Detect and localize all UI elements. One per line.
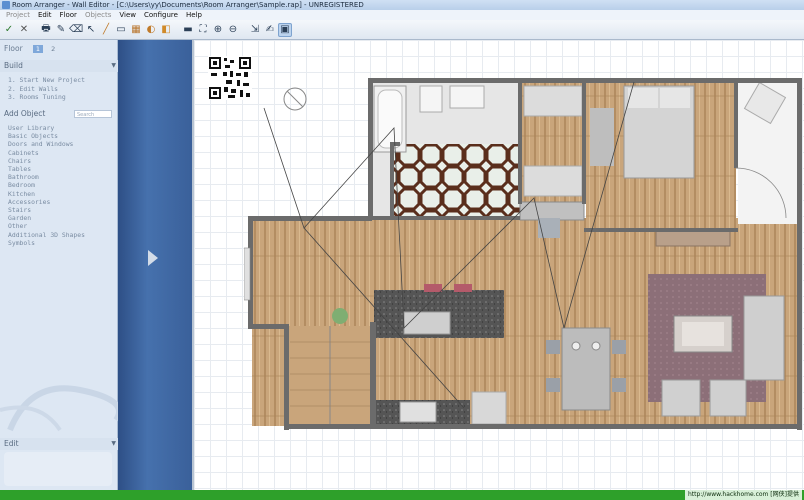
- category-doors-windows[interactable]: Doors and Windows: [0, 140, 118, 148]
- edit-title: Edit: [4, 439, 19, 448]
- build-title: Build: [4, 61, 23, 70]
- floor-selector: Floor 1 2: [0, 44, 122, 54]
- menu-floor[interactable]: Floor: [56, 10, 81, 20]
- category-basic-objects[interactable]: Basic Objects: [0, 132, 118, 140]
- side-gradient-panel: [118, 40, 192, 490]
- category-bedroom[interactable]: Bedroom: [0, 181, 118, 189]
- category-other[interactable]: Other: [0, 222, 118, 230]
- floor-color-icon[interactable]: ◧: [159, 23, 173, 37]
- category-accessories[interactable]: Accessories: [0, 198, 118, 206]
- build-list: 1. Start New Project 2. Edit Walls 3. Ro…: [0, 76, 118, 102]
- snap-icon[interactable]: ⇲: [248, 23, 262, 37]
- eraser-icon[interactable]: ⌫: [69, 23, 83, 37]
- menu-configure[interactable]: Configure: [140, 10, 182, 20]
- edit-icon[interactable]: ✍: [263, 23, 277, 37]
- menu-edit[interactable]: Edit: [34, 10, 56, 20]
- menu-bar: Project Edit Floor Objects View Configur…: [0, 10, 804, 20]
- menu-view[interactable]: View: [115, 10, 140, 20]
- check-icon[interactable]: ✓: [2, 23, 16, 37]
- category-kitchen[interactable]: Kitchen: [0, 190, 118, 198]
- menu-project[interactable]: Project: [2, 10, 34, 20]
- pencil-icon[interactable]: ✎: [54, 23, 68, 37]
- title-bar: Room Arranger - Wall Editor - [C:\Users\…: [0, 0, 804, 10]
- rotate-3d-icon[interactable]: ◐: [144, 23, 158, 37]
- object-category-list: User Library Basic Objects Doors and Win…: [0, 124, 118, 247]
- category-symbols[interactable]: Symbols: [0, 239, 118, 247]
- decorative-swirl: [0, 385, 118, 432]
- category-bathroom[interactable]: Bathroom: [0, 173, 118, 181]
- search-input[interactable]: Search: [74, 110, 112, 118]
- build-item-edit-walls[interactable]: 2. Edit Walls: [0, 85, 118, 94]
- sofa-icon[interactable]: ▬: [181, 23, 195, 37]
- app-icon: [2, 1, 10, 9]
- build-item-start[interactable]: 1. Start New Project: [0, 76, 118, 85]
- floor-tab-1[interactable]: 1: [32, 45, 43, 53]
- category-tables[interactable]: Tables: [0, 165, 118, 173]
- build-item-rooms-tuning[interactable]: 3. Rooms Tuning: [0, 93, 118, 102]
- category-cabinets[interactable]: Cabinets: [0, 149, 118, 157]
- select-area-icon[interactable]: ▭: [114, 23, 128, 37]
- floor-plan[interactable]: [244, 78, 804, 434]
- menu-objects[interactable]: Objects: [81, 10, 115, 20]
- chevron-down-icon: ▼: [111, 440, 116, 447]
- category-user-library[interactable]: User Library: [0, 124, 118, 132]
- zoom-fit-icon[interactable]: ⛶: [196, 23, 210, 37]
- floor-tab-2[interactable]: 2: [48, 45, 58, 53]
- wall-texture-icon[interactable]: ▦: [129, 23, 143, 37]
- chevron-down-icon: ▼: [111, 62, 116, 69]
- print-icon[interactable]: 🖶: [39, 23, 53, 37]
- floor-label: Floor: [4, 44, 23, 53]
- add-object-header: Add Object Search: [0, 108, 122, 120]
- draw-wall-icon[interactable]: ╱: [99, 23, 113, 37]
- menu-help[interactable]: Help: [182, 10, 206, 20]
- category-chairs[interactable]: Chairs: [0, 157, 118, 165]
- watermark-text: http://www.hackhome.com [网侠]提供: [684, 490, 802, 500]
- status-bar: http://www.hackhome.com [网侠]提供: [0, 490, 804, 500]
- category-stairs[interactable]: Stairs: [0, 206, 118, 214]
- expand-arrow-icon[interactable]: [146, 248, 160, 268]
- pointer-icon[interactable]: ↖: [84, 23, 98, 37]
- category-garden[interactable]: Garden: [0, 214, 118, 222]
- sidebar: Floor 1 2 Build ▼ 1. Start New Project 2…: [0, 40, 122, 490]
- edit-panel: [4, 452, 112, 486]
- toolbar: ✓ ✕ 🖶 ✎ ⌫ ↖ ╱ ▭ ▦ ◐ ◧ ▬ ⛶ ⊕ ⊖ ⇲ ✍ ▣: [0, 20, 804, 40]
- edit-section-header[interactable]: Edit ▼: [0, 438, 122, 450]
- object-library-icon[interactable]: ▣: [278, 22, 292, 37]
- build-section-header[interactable]: Build ▼: [0, 60, 122, 72]
- floor-plan-canvas[interactable]: [192, 40, 804, 490]
- category-3d-shapes[interactable]: Additional 3D Shapes: [0, 231, 118, 239]
- zoom-out-icon[interactable]: ⊖: [226, 23, 240, 37]
- add-object-title: Add Object: [4, 109, 46, 118]
- close-icon[interactable]: ✕: [17, 23, 31, 37]
- window-title: Room Arranger - Wall Editor - [C:\Users\…: [12, 1, 364, 9]
- zoom-in-icon[interactable]: ⊕: [211, 23, 225, 37]
